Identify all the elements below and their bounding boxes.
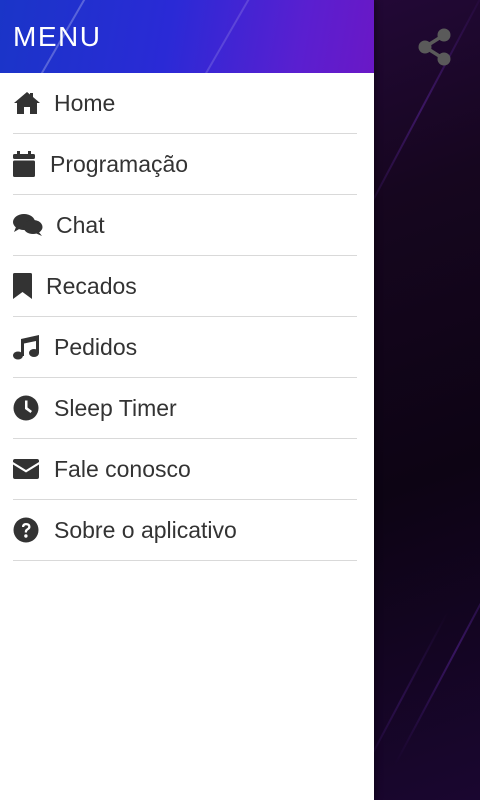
menu-item-chat[interactable]: Chat [13,195,357,256]
menu-item-label: Chat [56,211,105,238]
menu-item-pedidos[interactable]: Pedidos [13,317,357,378]
menu-item-sobre[interactable]: Sobre o aplicativo [13,500,357,561]
share-button[interactable] [414,26,456,68]
header-streak [200,0,262,73]
menu-item-label: Programação [50,150,189,177]
menu-item-programacao[interactable]: Programação [13,134,357,195]
app-screen: MENU Home Programação Chat Recados Pedid… [0,0,480,800]
menu-item-recados[interactable]: Recados [13,256,357,317]
menu-item-label: Sleep Timer [54,394,177,421]
clock-icon [13,394,41,422]
envelope-icon [13,455,41,483]
menu-item-label: Recados [46,272,137,299]
chat-icon [13,211,43,239]
menu-item-label: Fale conosco [54,455,191,482]
menu-item-label: Sobre o aplicativo [54,516,237,543]
music-note-icon [13,333,41,361]
menu-list: Home Programação Chat Recados Pedidos Sl… [0,73,374,561]
share-icon [418,28,451,66]
question-circle-icon [13,516,41,544]
menu-item-sleep-timer[interactable]: Sleep Timer [13,378,357,439]
menu-item-label: Pedidos [54,333,138,360]
navigation-drawer: MENU Home Programação Chat Recados Pedid… [0,0,374,800]
menu-item-label: Home [54,89,116,116]
background-streak [394,534,480,766]
menu-item-fale-conosco[interactable]: Fale conosco [13,439,357,500]
bookmark-icon [13,272,33,300]
calendar-icon [13,150,37,178]
drawer-header: MENU [0,0,374,73]
drawer-title: MENU [13,21,102,52]
home-icon [13,89,41,117]
menu-item-home[interactable]: Home [13,73,357,134]
